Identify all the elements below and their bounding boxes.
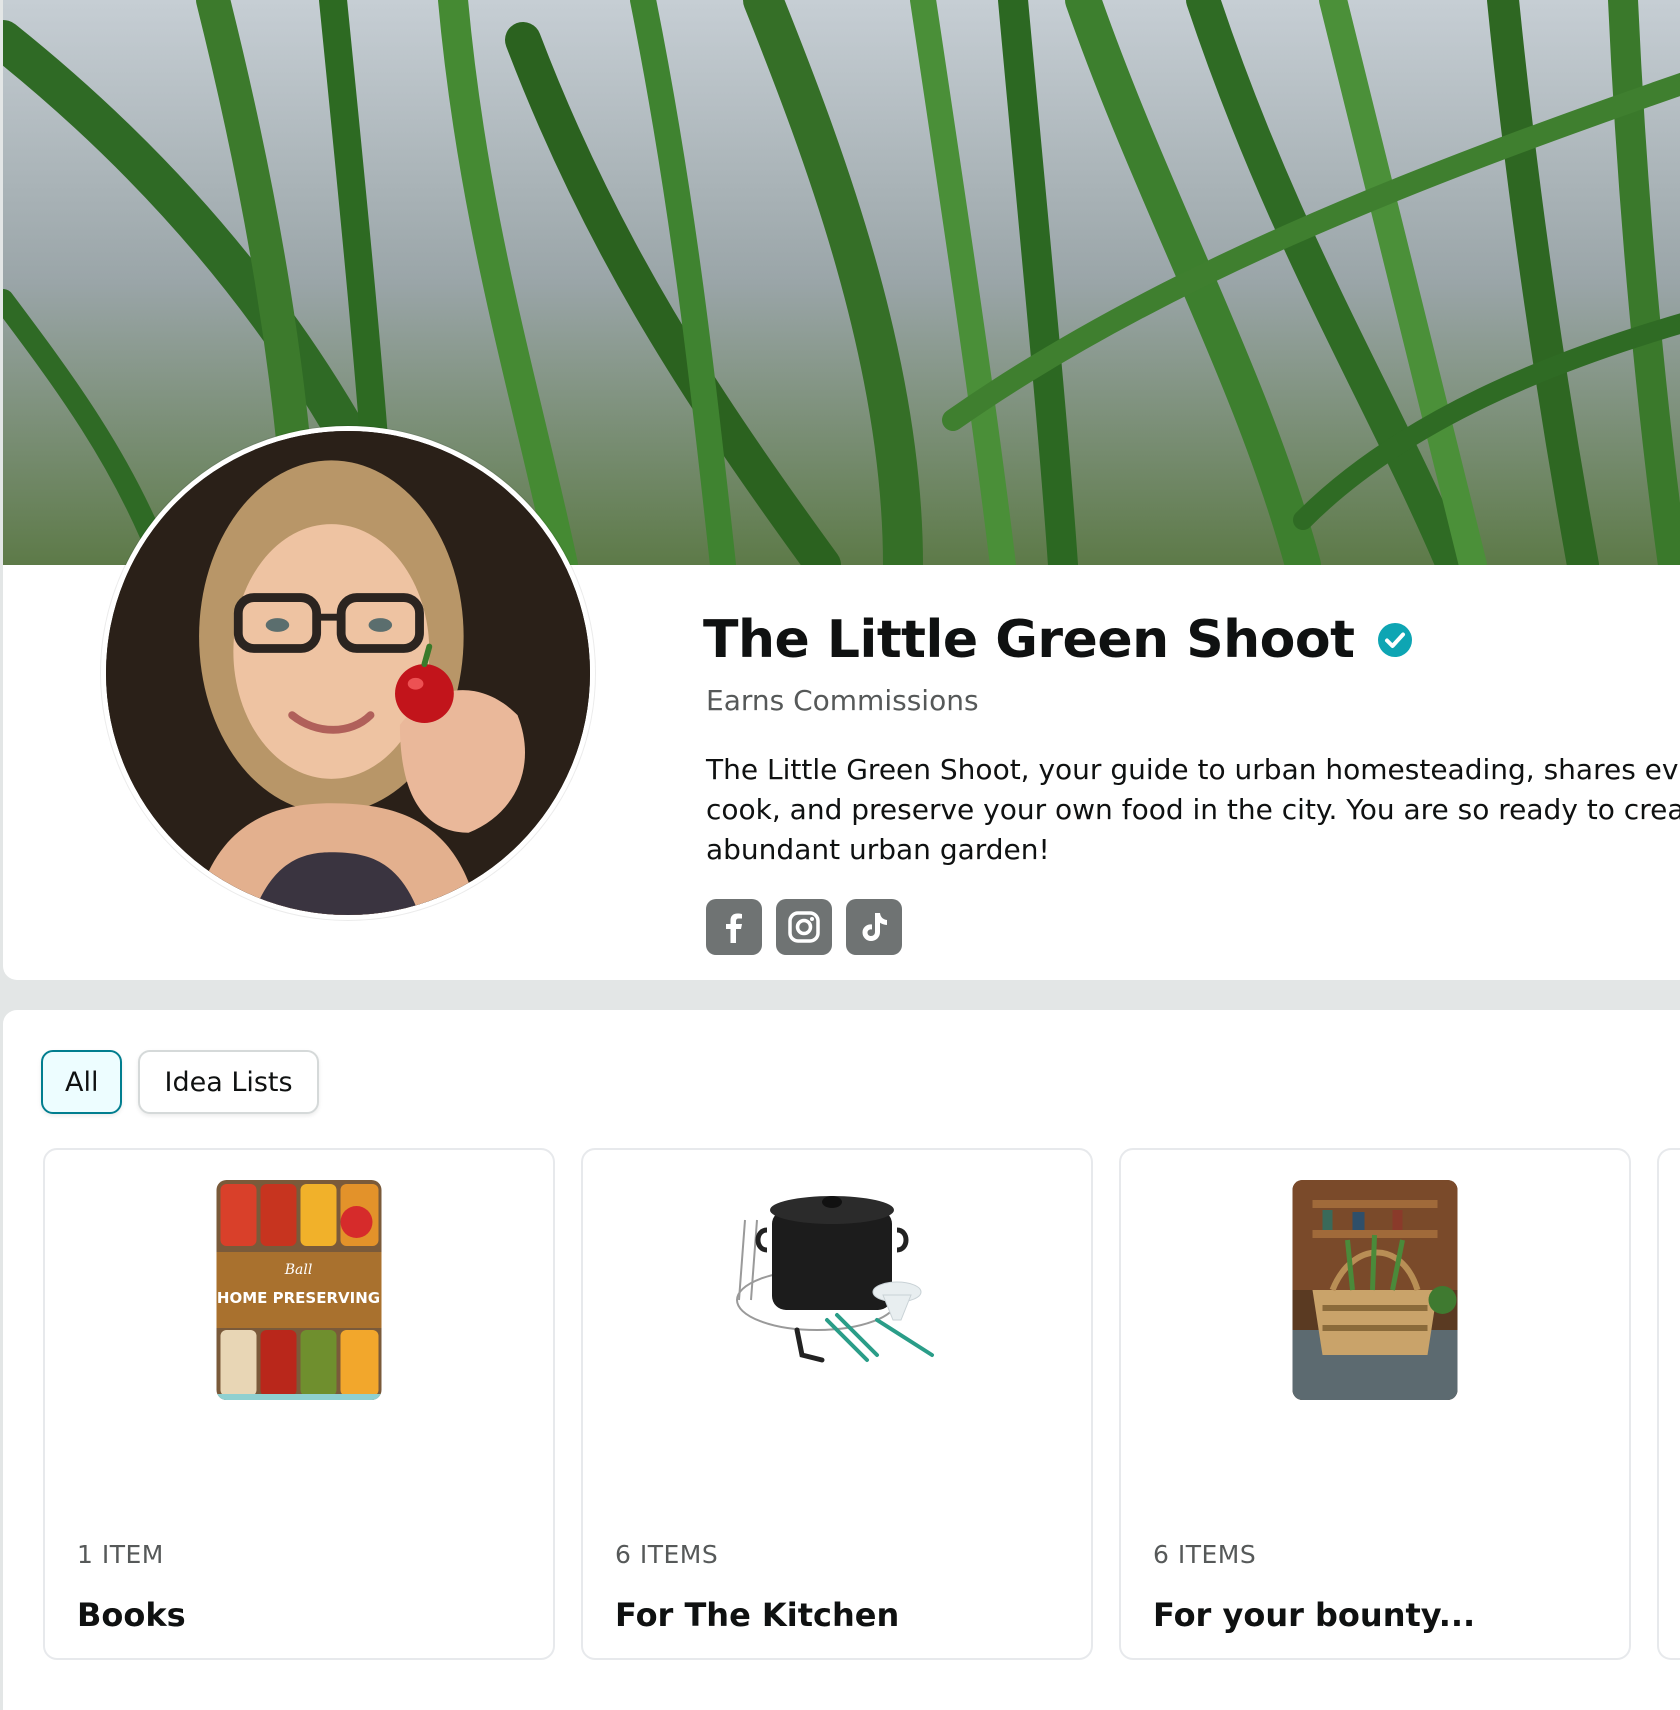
list-title: Books — [77, 1596, 186, 1634]
earns-commissions-label: Earns Commissions — [706, 684, 979, 717]
idea-list-card-partial[interactable] — [1657, 1148, 1680, 1660]
list-item-count: 1 ITEM — [77, 1540, 164, 1569]
profile-header: The Little Green Shoot Earns Commissions… — [3, 0, 1680, 980]
bio-line: cook, and preserve your own food in the … — [706, 793, 1680, 826]
list-thumbnail: Ball HOME PRESERVING — [216, 1180, 382, 1400]
facebook-link[interactable] — [706, 899, 762, 955]
tiktok-link[interactable] — [846, 899, 902, 955]
filter-tabs: All Idea Lists — [41, 1050, 319, 1114]
profile-name-row: The Little Green Shoot — [703, 610, 1413, 670]
book-brand: Ball — [284, 1262, 313, 1278]
verified-check-icon — [1377, 623, 1412, 657]
profile-name: The Little Green Shoot — [703, 610, 1355, 670]
list-title: For The Kitchen — [615, 1596, 900, 1634]
bio-line: abundant urban garden! — [706, 833, 1050, 866]
bio-line: The Little Green Shoot, your guide to ur… — [706, 753, 1680, 786]
filter-idea-lists[interactable]: Idea Lists — [138, 1050, 319, 1114]
list-item-count: 6 ITEMS — [1153, 1540, 1257, 1569]
storefront-content: All Idea Lists Ball HOME PRESERVING 1 IT… — [3, 1010, 1680, 1710]
profile-avatar — [101, 426, 595, 920]
idea-list-card[interactable]: 6 ITEMS For your bounty... — [1119, 1148, 1631, 1660]
tiktok-icon — [862, 913, 887, 941]
idea-lists-grid: Ball HOME PRESERVING 1 ITEM Books 6 ITEM… — [43, 1148, 1680, 1660]
profile-bio: The Little Green Shoot, your guide to ur… — [706, 750, 1680, 870]
social-links — [706, 899, 902, 955]
list-thumbnail — [1292, 1180, 1458, 1400]
idea-list-card[interactable]: Ball HOME PRESERVING 1 ITEM Books — [43, 1148, 555, 1660]
list-title: For your bounty... — [1153, 1596, 1476, 1634]
instagram-icon — [788, 911, 820, 943]
list-thumbnail — [727, 1180, 947, 1380]
facebook-icon — [726, 913, 742, 943]
instagram-link[interactable] — [776, 899, 832, 955]
idea-list-card[interactable]: 6 ITEMS For The Kitchen — [581, 1148, 1093, 1660]
book-title: HOME PRESERVING — [217, 1289, 380, 1307]
list-item-count: 6 ITEMS — [615, 1540, 719, 1569]
filter-all[interactable]: All — [41, 1050, 123, 1114]
